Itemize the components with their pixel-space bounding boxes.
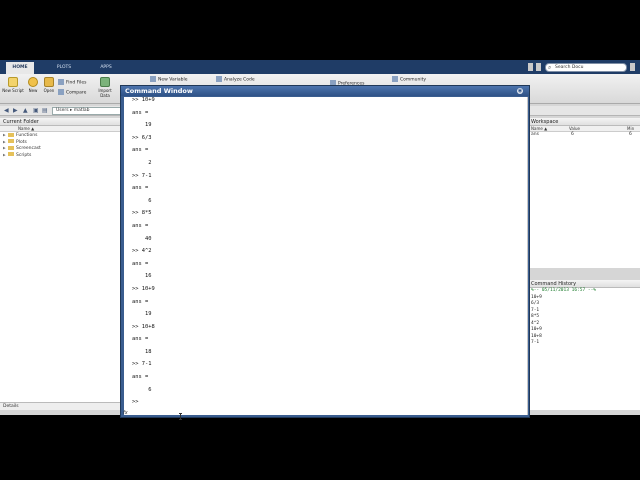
variable-min: 6: [629, 132, 632, 137]
command-history-title: Command History: [529, 280, 640, 288]
new-script-icon: [8, 77, 18, 87]
command-window: Command Window ◉ >> 10+9 ans = 19 >> 6/3 an…: [120, 85, 530, 420]
analyze-code-button[interactable]: Analyze Code: [216, 76, 255, 83]
current-folder-title: Current Folder: [0, 118, 125, 126]
text-cursor-ibeam: [179, 413, 182, 420]
undo-icon[interactable]: [528, 63, 533, 71]
find-files-icon: [58, 79, 64, 85]
workspace-panel: Workspace Name ▲ Value Min ans 6 6: [528, 118, 640, 268]
help-icon[interactable]: [630, 63, 635, 71]
search-input-text: Search Docu: [555, 65, 584, 70]
import-data-label: Import Data: [98, 88, 112, 98]
variable-value: 6: [571, 132, 574, 137]
new-label: New: [28, 88, 38, 93]
new-script-label: New Script: [2, 88, 24, 93]
folder-icon: [8, 145, 14, 150]
tab-plots[interactable]: PLOTS: [50, 62, 78, 74]
open-button[interactable]: Open: [38, 77, 60, 93]
new-variable-label: New Variable: [158, 77, 188, 83]
folder-name: Functions: [16, 133, 38, 138]
community-button[interactable]: Community: [392, 76, 426, 83]
find-files-button[interactable]: Find Files: [58, 79, 87, 86]
folder-icon: [8, 139, 14, 143]
up-folder-icon[interactable]: ▲: [23, 107, 28, 114]
analyze-code-label: Analyze Code: [224, 77, 255, 83]
open-label: Open: [43, 88, 55, 93]
forward-arrow-icon[interactable]: ▶: [13, 107, 18, 114]
current-folder-panel: Current Folder Name ▲ ▶ Functions ▶ Plots …: [0, 118, 126, 410]
back-arrow-icon[interactable]: ◀: [4, 107, 9, 114]
window-menu-icon[interactable]: ◉: [517, 88, 523, 94]
details-bar[interactable]: Details: [0, 402, 126, 410]
folder-icon: [8, 132, 14, 137]
folder-name: Screencast: [16, 146, 41, 151]
root-folder-icon[interactable]: ▤: [42, 107, 48, 114]
ribbon-tabstrip: HOME PLOTS APPS ⌕ Search Docu: [0, 60, 640, 74]
tab-apps[interactable]: APPS: [92, 62, 120, 74]
workspace-row[interactable]: ans 6 6: [529, 132, 640, 138]
browse-folder-icon[interactable]: ▣: [33, 107, 39, 114]
command-prompt-line: >>: [132, 399, 142, 406]
compare-label: Compare: [66, 90, 87, 96]
search-documentation-input[interactable]: ⌕ Search Docu: [545, 63, 627, 72]
new-script-button[interactable]: New Script: [2, 77, 24, 93]
workspace-title: Workspace: [529, 118, 640, 126]
folder-item[interactable]: ▶ Scripts: [0, 152, 125, 159]
open-folder-icon: [44, 77, 54, 87]
import-data-icon: [100, 77, 110, 87]
analyze-code-icon: [216, 76, 222, 82]
command-output[interactable]: >> 10+9 ans = 19 >> 6/3 ans = 2 >> 7-1 ans = …: [132, 97, 512, 415]
current-path-field[interactable]: Users ▸ matlab: [52, 107, 128, 115]
import-data-button[interactable]: Import Data: [94, 77, 116, 98]
command-window-titlebar[interactable]: Command Window ◉: [121, 86, 529, 96]
folder-name: Scripts: [16, 152, 32, 158]
tab-home[interactable]: HOME: [6, 62, 34, 74]
folder-icon: [8, 152, 14, 156]
search-icon: ⌕: [548, 64, 552, 71]
compare-button[interactable]: Compare: [58, 89, 86, 96]
compare-icon: [58, 89, 64, 95]
redo-icon[interactable]: [536, 63, 541, 71]
new-icon: [28, 77, 38, 87]
screen: HOME PLOTS APPS ⌕ Search Docu New Script…: [0, 0, 640, 480]
community-icon: [392, 76, 398, 82]
command-window-title: Command Window: [125, 87, 193, 95]
community-label: Community: [400, 77, 427, 83]
command-window-body[interactable]: >> 10+9 ans = 19 >> 6/3 ans = 2 >> 7-1 ans = …: [123, 97, 528, 420]
new-variable-button[interactable]: New Variable: [150, 76, 187, 83]
new-variable-icon: [150, 76, 156, 82]
fx-function-browser-icon[interactable]: fx: [123, 410, 128, 416]
command-history-panel: Command History %-- 05/11/2013 16:57 --%…: [528, 280, 640, 410]
history-entry[interactable]: 7-1: [529, 340, 640, 347]
folder-name: Plots: [16, 139, 27, 145]
find-files-label: Find Files: [66, 80, 87, 86]
variable-name: ans: [531, 132, 539, 137]
